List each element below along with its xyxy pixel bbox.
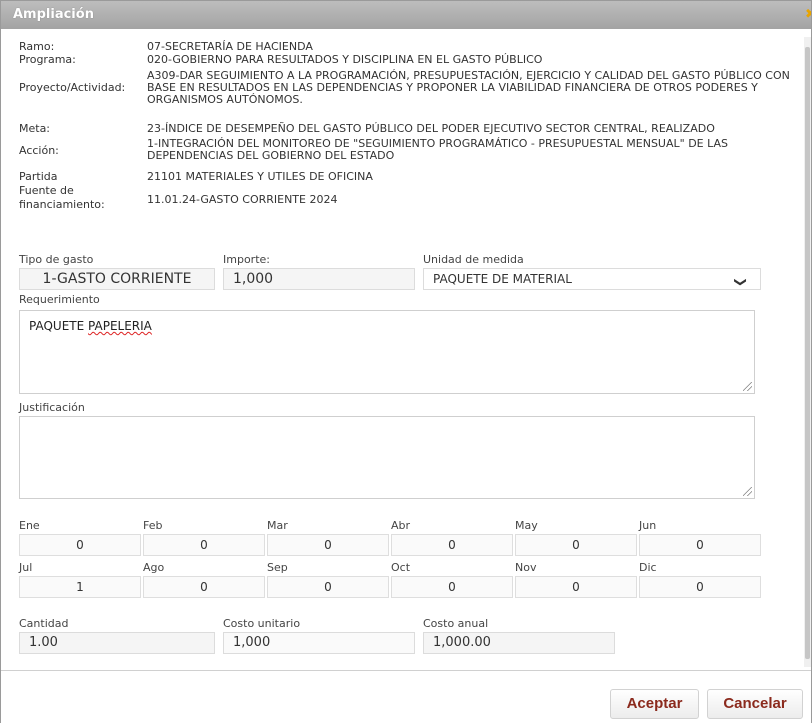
justificacion-textarea[interactable]: [19, 416, 755, 499]
programa-value: 020-GOBIERNO PARA RESULTADOS Y DISCIPLIN…: [147, 53, 543, 66]
unidad-medida-label: Unidad de medida: [423, 253, 524, 266]
month-input-ago[interactable]: 0: [143, 576, 265, 598]
month-input-abr[interactable]: 0: [391, 534, 513, 556]
month-label-jun: Jun: [639, 519, 657, 532]
month-label-may: May: [515, 519, 538, 532]
month-label-nov: Nov: [515, 561, 537, 574]
ramo-value: 07-SECRETARÍA DE HACIENDA: [147, 40, 313, 53]
fuente-value: 11.01.24-GASTO CORRIENTE 2024: [147, 193, 338, 206]
meta-label: Meta:: [19, 122, 51, 135]
requerimiento-textarea[interactable]: PAQUETE PAPELERIA: [19, 310, 755, 394]
aceptar-button[interactable]: Aceptar: [610, 689, 699, 719]
month-input-sep[interactable]: 0: [267, 576, 389, 598]
accion-value: 1-INTEGRACIÓN DEL MONITOREO DE "SEGUIMIE…: [147, 137, 728, 162]
month-input-may[interactable]: 0: [515, 534, 637, 556]
dialog-footer: Aceptar Cancelar: [1, 670, 811, 723]
month-label-ene: Ene: [19, 519, 40, 532]
requerimiento-word-1: PAQUETE: [29, 319, 85, 333]
requerimiento-word-2: PAPELERIA: [88, 319, 152, 333]
costo-unitario-label: Costo unitario: [223, 617, 301, 630]
month-label-mar: Mar: [267, 519, 288, 532]
chevron-down-icon: ❯: [733, 276, 748, 288]
month-input-dic[interactable]: 0: [639, 576, 761, 598]
tipo-gasto-field[interactable]: 1-GASTO CORRIENTE: [19, 268, 215, 290]
unidad-medida-select[interactable]: PAQUETE DE MATERIAL ❯: [423, 268, 761, 290]
scrollbar-thumb[interactable]: [805, 47, 810, 659]
tipo-gasto-label: Tipo de gasto: [19, 253, 94, 266]
accion-label: Acción:: [19, 144, 59, 157]
meta-value: 23-ÍNDICE DE DESEMPEÑO DEL GASTO PÚBLICO…: [147, 122, 715, 135]
month-label-feb: Feb: [143, 519, 163, 532]
partida-label: Partida: [19, 170, 58, 183]
costo-unitario-field[interactable]: 1,000: [223, 632, 415, 654]
importe-label: Importe:: [223, 253, 270, 266]
month-label-dic: Dic: [639, 561, 657, 574]
proyecto-label: Proyecto/Actividad:: [19, 81, 126, 94]
cantidad-label: Cantidad: [19, 617, 69, 630]
costo-anual-label: Costo anual: [423, 617, 489, 630]
month-input-ene[interactable]: 0: [19, 534, 141, 556]
justificacion-label: Justificación: [19, 401, 85, 414]
costo-anual-field: 1,000.00: [423, 632, 615, 654]
proyecto-value: A309-DAR SEGUIMIENTO A LA PROGRAMACIÓN, …: [147, 69, 790, 106]
month-label-abr: Abr: [391, 519, 411, 532]
requerimiento-text: PAQUETE PAPELERIA: [29, 319, 152, 333]
month-label-sep: Sep: [267, 561, 288, 574]
month-input-oct[interactable]: 0: [391, 576, 513, 598]
month-label-jul: Jul: [19, 561, 33, 574]
requerimiento-label: Requerimiento: [19, 293, 100, 306]
dialog-title: Ampliación: [13, 7, 94, 22]
importe-field[interactable]: 1,000: [223, 268, 415, 290]
ramo-label: Ramo:: [19, 40, 55, 53]
month-input-mar[interactable]: 0: [267, 534, 389, 556]
vertical-scrollbar[interactable]: [804, 37, 811, 667]
close-icon[interactable]: ✖: [805, 9, 811, 21]
month-input-feb[interactable]: 0: [143, 534, 265, 556]
unidad-medida-value: PAQUETE DE MATERIAL: [433, 272, 572, 286]
programa-label: Programa:: [19, 53, 76, 66]
ampliacion-dialog: Ampliación ✖ Ramo: 07-SECRETARÍA DE HACI…: [0, 0, 812, 723]
resize-grip-icon[interactable]: [743, 487, 752, 496]
fuente-label-line2: financiamiento:: [19, 198, 105, 211]
month-input-jul[interactable]: 1: [19, 576, 141, 598]
dialog-titlebar[interactable]: Ampliación ✖: [1, 1, 811, 29]
cancelar-button[interactable]: Cancelar: [707, 689, 803, 719]
cantidad-field[interactable]: 1.00: [19, 632, 215, 654]
partida-value: 21101 MATERIALES Y UTILES DE OFICINA: [147, 170, 373, 183]
month-input-jun[interactable]: 0: [639, 534, 761, 556]
month-input-nov[interactable]: 0: [515, 576, 637, 598]
month-label-ago: Ago: [143, 561, 165, 574]
dialog-content: Ramo: 07-SECRETARÍA DE HACIENDA Programa…: [1, 29, 801, 669]
resize-grip-icon[interactable]: [743, 382, 752, 391]
fuente-label-line1: Fuente de: [19, 184, 74, 197]
month-label-oct: Oct: [391, 561, 411, 574]
